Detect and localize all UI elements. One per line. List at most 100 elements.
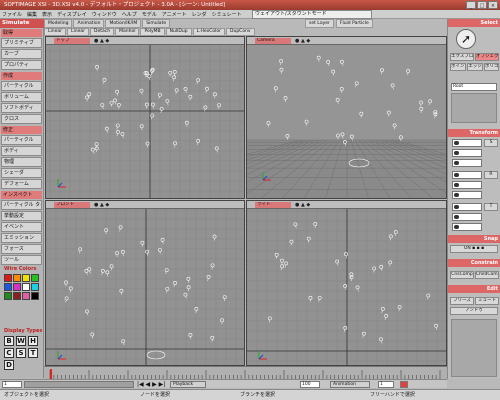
cnscomp-button[interactable]: CnsComp (450, 271, 474, 279)
menu-help[interactable]: ヘルプ (122, 11, 137, 18)
minimize-button[interactable]: _ (466, 1, 476, 9)
menu-model[interactable]: モデル (142, 11, 157, 18)
wire-color-swatch[interactable] (13, 283, 21, 291)
get-curve-button[interactable]: カーブ (1, 49, 42, 59)
explorer-button[interactable]: エクスプローラ (450, 53, 474, 61)
select-arrow-icon[interactable]: ➚ (456, 29, 476, 49)
display-shaded-button[interactable]: S (16, 348, 26, 358)
speed-field[interactable]: 1 (378, 381, 394, 388)
polygon-button[interactable]: ポリゴン (484, 63, 499, 71)
childcomp-button[interactable]: ChildComp (475, 271, 499, 279)
object-button[interactable]: オブジェクト (475, 53, 499, 61)
close-button[interactable]: × (488, 1, 498, 9)
viewport-camera-icons[interactable]: ● ▲ ◆ (94, 202, 109, 208)
modify-particle-button[interactable]: パーティクル (1, 135, 42, 145)
display-hidden-button[interactable]: H (28, 336, 38, 346)
freeze-button[interactable]: フリーズ (450, 297, 474, 305)
rotate-y-field[interactable] (452, 181, 482, 189)
wire-color-swatch[interactable] (13, 292, 21, 300)
scale-button[interactable]: S (484, 139, 498, 147)
animation-button[interactable]: Animation (330, 381, 370, 388)
inspect-behavior-button[interactable]: 挙動設定 (1, 211, 42, 221)
wire-color-swatch[interactable] (4, 283, 12, 291)
inspect-particle-type-button[interactable]: パーティクル タイプ (1, 200, 42, 210)
menu-display[interactable]: ディスプレイ (57, 11, 87, 18)
section-modify[interactable]: 修正 (1, 126, 42, 134)
viewport-view-menu[interactable]: ライト (255, 202, 291, 208)
tool-manhol[interactable]: Manhol (115, 28, 140, 36)
wire-color-swatch[interactable] (31, 292, 39, 300)
layout-preset-select[interactable]: ウェイアウト/スタウントモード (252, 10, 372, 19)
translate-y-field[interactable] (452, 213, 482, 221)
viewport-camera-icons[interactable]: ● ▲ ◆ (295, 38, 310, 44)
display-bbox-button[interactable]: B (4, 336, 14, 346)
translate-button[interactable]: T (484, 203, 498, 211)
modify-physics-button[interactable]: 物理 (1, 157, 42, 167)
range-slider[interactable] (24, 381, 134, 388)
wire-color-swatch[interactable] (31, 283, 39, 291)
end-frame-field[interactable]: 100 (300, 381, 320, 388)
scale-z-field[interactable] (452, 159, 482, 167)
tool-linear-1[interactable]: Linear (44, 28, 66, 36)
selection-field[interactable]: Root (451, 83, 497, 91)
create-particle-button[interactable]: パーティクル (1, 81, 42, 91)
undo-button[interactable]: アンドゥ (450, 307, 498, 315)
viewport-front[interactable]: フロント ● ▲ ◆ (45, 200, 245, 366)
menu-edit[interactable]: 編集 (27, 11, 37, 18)
fluid-particle-button[interactable]: Fluid Particle (335, 19, 373, 28)
viewport-view-menu[interactable]: トップ (54, 38, 90, 44)
wire-color-swatch[interactable] (4, 292, 12, 300)
wire-color-swatch[interactable] (13, 274, 21, 282)
scale-y-field[interactable] (452, 149, 482, 157)
point-button[interactable]: ポイント (450, 63, 466, 71)
section-create[interactable]: 作成 (1, 72, 42, 80)
inspect-tool-button[interactable]: ツール (1, 255, 42, 265)
tool-hexcolor[interactable]: L.HexColor (192, 28, 225, 36)
section-inspect[interactable]: インスペクト (1, 191, 42, 199)
wire-color-swatch[interactable] (31, 274, 39, 282)
playback-button[interactable]: Playback (170, 381, 206, 388)
set-layer-button[interactable]: set Layer (305, 19, 334, 28)
tab-simulate[interactable]: Simulate (142, 19, 171, 28)
display-wire-button[interactable]: W (16, 336, 26, 346)
menu-file[interactable]: ファイル (2, 11, 22, 18)
display-default-button[interactable]: D (4, 360, 14, 370)
viewport-view-menu[interactable]: Camera (255, 38, 291, 44)
tool-polymb[interactable]: PolyMB (140, 28, 165, 36)
viewport-camera-icons[interactable]: ● ▲ ◆ (295, 202, 310, 208)
viewport-camera[interactable]: Camera ● ▲ ◆ (246, 36, 447, 199)
inspect-emission-button[interactable]: エミッション (1, 233, 42, 243)
viewport-camera-icons[interactable]: ● ▲ ◆ (94, 38, 109, 44)
modify-body-button[interactable]: ボディ (1, 146, 42, 156)
viewport-top[interactable]: トップ ● ▲ ◆ (45, 36, 245, 199)
tool-linear-2[interactable]: Linear (67, 28, 89, 36)
create-cloth-button[interactable]: クロス (1, 114, 42, 124)
rotate-field[interactable] (452, 171, 482, 179)
section-get[interactable]: 取得 (1, 29, 42, 37)
tool-nulldup[interactable]: NullDup (165, 28, 192, 36)
menu-view[interactable]: 表示 (42, 11, 52, 18)
display-textured-button[interactable]: T (28, 348, 38, 358)
get-property-button[interactable]: プロパティ (1, 60, 42, 70)
modify-deform-button[interactable]: デフォーム (1, 179, 42, 189)
rotate-button[interactable]: R (484, 171, 498, 179)
get-primitive-button[interactable]: プリミティブ (1, 38, 42, 48)
create-volume-button[interactable]: ボリューム (1, 92, 42, 102)
tool-detach[interactable]: Detach (90, 28, 115, 36)
start-frame-field[interactable]: 1 (2, 381, 22, 388)
menu-render[interactable]: レンダ (192, 11, 207, 18)
timeline[interactable] (44, 366, 447, 379)
tool-dupconv[interactable]: DupConv (226, 28, 255, 36)
translate-z-field[interactable] (452, 223, 482, 231)
create-softbody-button[interactable]: ソフトボディ (1, 103, 42, 113)
menu-animate[interactable]: アニメート (162, 11, 187, 18)
viewport-view-menu[interactable]: フロント (54, 202, 90, 208)
rotate-z-field[interactable] (452, 191, 482, 199)
modify-shader-button[interactable]: シェーダ (1, 168, 42, 178)
wire-color-swatch[interactable] (22, 283, 30, 291)
mute-button[interactable]: ミュート (475, 297, 499, 305)
viewport-right[interactable]: ライト ● ▲ ◆ (246, 200, 447, 366)
display-constant-button[interactable]: C (4, 348, 14, 358)
transport-controls[interactable]: |◀ ◀ ▶ ▶| (137, 381, 165, 388)
menu-window[interactable]: ウィンドウ (92, 11, 117, 18)
